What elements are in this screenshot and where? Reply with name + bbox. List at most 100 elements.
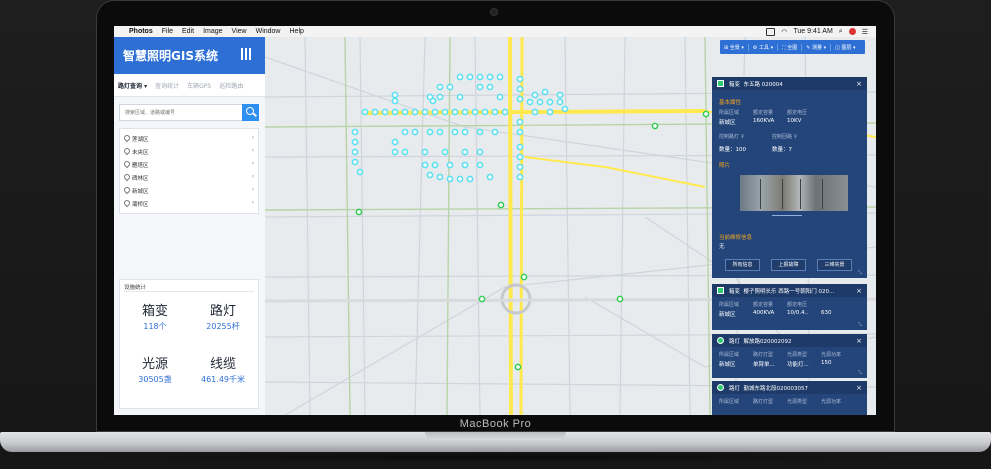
basic-attr-grid: 所属区域 额定容量 额定电压 新城区 160KVA 10KV bbox=[719, 109, 821, 126]
card-name: 樱子照明长乐 西路一号朝阳门 020... bbox=[743, 288, 835, 295]
attr-header: 光源功率 bbox=[821, 352, 842, 358]
all-info-button[interactable]: 所有信息 bbox=[725, 259, 760, 271]
sidebar: 智慧照明GIS系统 路灯查询 ▾ 查询统计 车辆GPS 巡检路由 莲湖区 ‹ 未央… bbox=[114, 37, 266, 415]
list-item[interactable]: 未央区 ‹ bbox=[120, 145, 258, 158]
repair-value: 无 bbox=[719, 244, 725, 250]
close-icon[interactable]: × bbox=[856, 384, 862, 392]
attr-header: 额定电压 bbox=[787, 110, 808, 116]
menu-edit[interactable]: Edit bbox=[182, 28, 194, 35]
chevron-left-icon[interactable]: ‹ bbox=[252, 160, 254, 167]
app-title: 智慧照明GIS系统 bbox=[123, 49, 218, 63]
attr-header: 所属区域 bbox=[719, 302, 740, 308]
menu-view[interactable]: View bbox=[232, 28, 247, 35]
list-item[interactable]: 新城区 ‹ bbox=[120, 184, 258, 197]
chevron-left-icon[interactable]: ‹ bbox=[252, 173, 254, 180]
section-photo: 照片 bbox=[719, 163, 731, 169]
laptop-notch bbox=[425, 432, 566, 440]
attr-value: 单臂单... bbox=[753, 362, 775, 368]
attr-header: 额定电压 bbox=[787, 302, 808, 308]
list-item[interactable]: 灞桥区 ‹ bbox=[120, 197, 258, 210]
attr-value: 400KVA bbox=[753, 310, 775, 316]
location-pin-icon: ⚲ bbox=[740, 134, 745, 140]
card-header: 箱变 樱子照明长乐 西路一号朝阳门 020... × bbox=[712, 284, 867, 297]
attr-grid: 所属区域 路灯灯型 光源类型 光源功率 新城区 单臂单... 功能灯... 15… bbox=[719, 351, 855, 368]
menu-window[interactable]: Window bbox=[256, 28, 281, 35]
stat-value: 20255杆 bbox=[206, 322, 240, 331]
attr-header: 额定容量 bbox=[753, 302, 774, 308]
toolbar-panorama-button[interactable]: ⊞ 全景 ▾ bbox=[720, 43, 749, 51]
district-label: 雁塔区 bbox=[132, 163, 149, 169]
list-item[interactable]: 莲湖区 ‹ bbox=[120, 132, 258, 145]
card-name: 解放路020002092 bbox=[743, 338, 792, 345]
attr-header: 路灯灯型 bbox=[753, 399, 774, 405]
attr-value: 功能灯... bbox=[787, 362, 809, 368]
screen: Photos File Edit Image View Window Help … bbox=[114, 26, 876, 415]
district-label: 新城区 bbox=[132, 189, 149, 195]
chevron-left-icon[interactable]: ‹ bbox=[252, 199, 254, 206]
attr-header bbox=[821, 301, 855, 308]
section-basic: 基本属性 bbox=[719, 100, 742, 106]
district-list: 莲湖区 ‹ 未央区 ‹ 雁塔区 ‹ 碑林区 ‹ 新城区 ‹ 灞桥区 ‹ bbox=[119, 128, 259, 214]
card-header: 路灯 解放路020002092 × bbox=[712, 334, 867, 347]
detail-card-streetlight: 路灯 解放路020002092 × 所属区域 路灯灯型 光源类型 光源功率 新城… bbox=[712, 334, 867, 378]
report-fault-button[interactable]: 上报故障 bbox=[771, 259, 806, 271]
card-type: 路灯 bbox=[729, 338, 741, 345]
close-icon[interactable]: × bbox=[856, 337, 862, 345]
toolbar-measure-button[interactable]: ✎ 测量 ▾ bbox=[802, 43, 832, 51]
location-pin-icon bbox=[122, 159, 132, 169]
search-box bbox=[119, 104, 259, 121]
menu-image[interactable]: Image bbox=[203, 28, 222, 35]
menu-file[interactable]: File bbox=[162, 28, 173, 35]
attr-value: 新城区 bbox=[719, 362, 736, 368]
list-item[interactable]: 碑林区 ‹ bbox=[120, 171, 258, 184]
expand-icon[interactable]: ⤡ bbox=[858, 270, 862, 276]
stat-value: 30505盏 bbox=[138, 375, 172, 384]
menu-toggle-icon[interactable] bbox=[241, 48, 251, 60]
location-pin-icon bbox=[122, 198, 132, 208]
wifi-icon[interactable]: ◠ bbox=[781, 28, 787, 36]
notification-center-icon[interactable]: ☰ bbox=[862, 28, 868, 36]
toolbar-tools-button[interactable]: ⚙ 工具 ▾ bbox=[749, 43, 779, 51]
chevron-left-icon[interactable]: ‹ bbox=[252, 134, 254, 141]
card-header: 箱变 东五路 020004 × bbox=[712, 77, 867, 90]
toolbar-layers-button[interactable]: ◫ 图层 ▾ bbox=[831, 44, 859, 51]
tab-query-stats[interactable]: 查询统计 bbox=[151, 81, 183, 90]
location-pin-icon bbox=[122, 185, 132, 195]
list-item[interactable]: 雁塔区 ‹ bbox=[120, 158, 258, 171]
search-button[interactable] bbox=[242, 104, 259, 121]
toolbar-full-map-button[interactable]: ⛶ 全图 bbox=[778, 43, 803, 51]
attr-header: 额定容量 bbox=[753, 110, 774, 116]
sidebar-tabs: 路灯查询 ▾ 查询统计 车辆GPS 巡检路由 bbox=[114, 74, 265, 97]
attr-value: 150 bbox=[821, 360, 832, 366]
user-avatar-icon[interactable] bbox=[848, 28, 856, 35]
photo-pager[interactable] bbox=[772, 215, 802, 216]
facility-stats: 设施统计 箱变 118个 路灯 20255杆 光源 30505盏 线缆 461.… bbox=[119, 279, 259, 409]
chevron-left-icon[interactable]: ‹ bbox=[252, 186, 254, 193]
section-repair: 当前维修信息 bbox=[719, 235, 753, 241]
expand-icon[interactable]: ⤡ bbox=[858, 322, 862, 328]
location-pin-icon bbox=[122, 133, 132, 143]
facility-photo[interactable] bbox=[740, 175, 848, 211]
stat-box-transformer: 箱变 118个 bbox=[122, 300, 188, 332]
chevron-left-icon[interactable]: ‹ bbox=[252, 147, 254, 154]
menubar-clock[interactable]: Tue 9:41 AM bbox=[793, 28, 832, 35]
attr-value: 10KV bbox=[787, 118, 802, 124]
ctrl-loop-count: 数量：7 bbox=[772, 147, 792, 153]
attr-header: 所属区域 bbox=[719, 110, 740, 116]
attr-value: 630 bbox=[821, 310, 832, 316]
tab-vehicle-gps[interactable]: 车辆GPS bbox=[183, 81, 215, 90]
close-icon[interactable]: × bbox=[856, 80, 862, 88]
3d-view-button[interactable]: 三维实景 bbox=[817, 259, 852, 271]
close-icon[interactable]: × bbox=[856, 287, 862, 295]
battery-icon[interactable] bbox=[766, 27, 776, 36]
card-type: 箱变 bbox=[729, 288, 741, 295]
search-input[interactable] bbox=[125, 107, 240, 119]
menu-app-name[interactable]: Photos bbox=[129, 28, 153, 35]
streetlight-icon bbox=[717, 384, 724, 391]
expand-icon[interactable]: ⤡ bbox=[858, 370, 862, 376]
spotlight-icon[interactable]: ⌕ bbox=[839, 28, 843, 36]
tab-streetlight-query[interactable]: 路灯查询 ▾ bbox=[114, 81, 151, 90]
menu-help[interactable]: Help bbox=[290, 28, 304, 35]
tab-inspection-route[interactable]: 巡检路由 bbox=[215, 81, 247, 90]
stat-label: 路灯 bbox=[209, 304, 236, 319]
